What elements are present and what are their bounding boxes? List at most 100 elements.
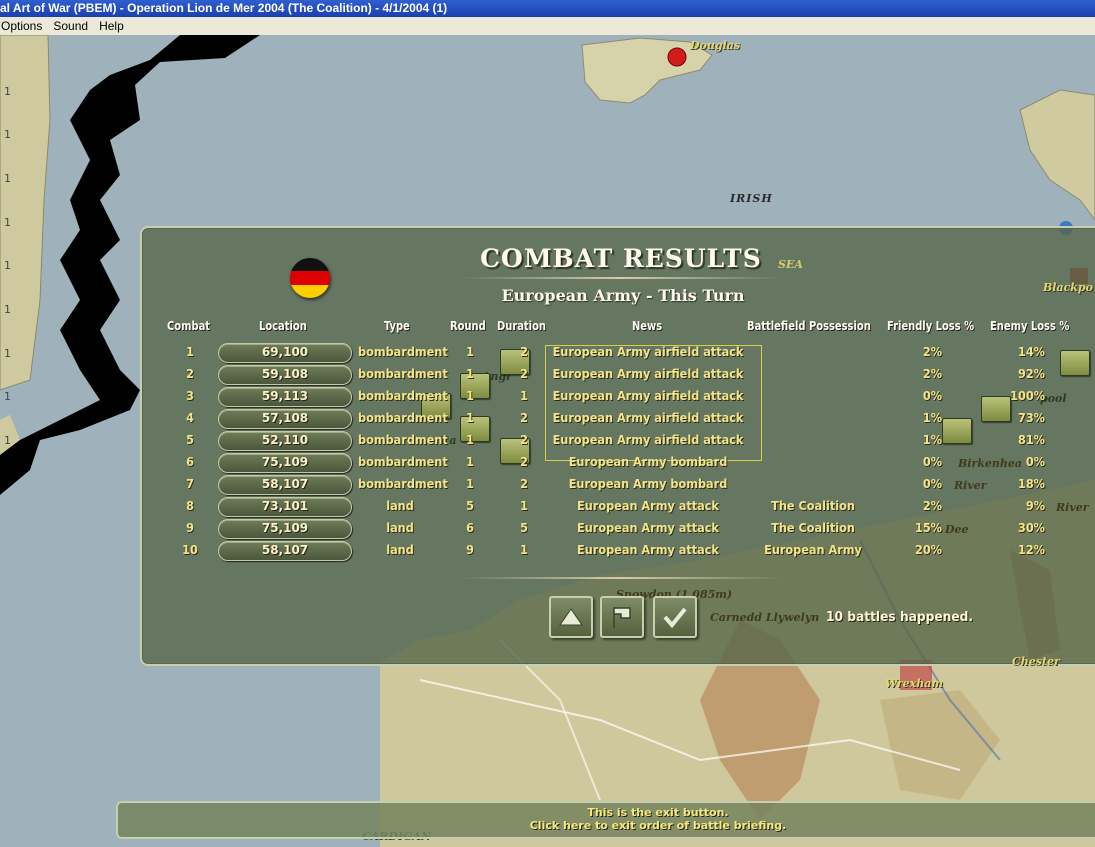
header-type: Type <box>384 319 410 333</box>
cell-enemy-loss: 9% <box>1025 499 1045 513</box>
map-label-blackpool: Blackpo <box>1043 281 1093 294</box>
cell-round: 1 <box>466 411 474 425</box>
cell-type: land <box>386 499 414 513</box>
cell-combat: 2 <box>186 367 194 381</box>
cell-combat: 9 <box>186 521 194 535</box>
cell-news: European Army bombard <box>568 477 728 491</box>
panel-title: COMBAT RESULTS <box>480 244 762 273</box>
map-edge-number: 1 <box>4 172 11 185</box>
menu-help[interactable]: Help <box>98 17 130 35</box>
location-button[interactable]: 73,101 <box>218 497 352 517</box>
table-row[interactable]: 1 69,100 bombardment 1 2 European Army a… <box>0 342 1095 364</box>
cell-friendly-loss: 2% <box>922 345 942 359</box>
cell-friendly-loss: 20% <box>914 543 942 557</box>
cell-type: land <box>386 543 414 557</box>
cell-duration: 5 <box>520 521 528 535</box>
cell-friendly-loss: 0% <box>922 477 942 491</box>
cell-news: European Army attack <box>577 499 719 513</box>
map-edge-number: 1 <box>4 85 11 98</box>
map-label-wrexham: Wrexham <box>885 677 943 690</box>
location-button[interactable]: 75,109 <box>218 519 352 539</box>
table-row[interactable]: 5 52,110 bombardment 1 2 European Army a… <box>0 430 1095 452</box>
location-button[interactable]: 75,109 <box>218 453 352 473</box>
table-row[interactable]: 3 59,113 bombardment 1 1 European Army a… <box>0 386 1095 408</box>
cell-duration: 2 <box>520 477 528 491</box>
checkmark-icon <box>663 607 687 629</box>
exit-hint-line-2[interactable]: Click here to exit order of battle brief… <box>508 819 808 832</box>
table-row[interactable]: 9 75,109 land 6 5 European Army attack T… <box>0 518 1095 540</box>
cell-type: bombardment <box>358 455 448 469</box>
cell-enemy-loss: 14% <box>1017 345 1045 359</box>
cell-combat: 5 <box>186 433 194 447</box>
cell-combat: 8 <box>186 499 194 513</box>
confirm-button[interactable] <box>653 596 697 638</box>
map-label-douglas: Douglas <box>690 39 741 52</box>
map-label-irish: IRISH <box>730 192 773 205</box>
header-friendly-loss: Friendly Loss % <box>887 319 975 333</box>
header-round: Round <box>450 319 486 333</box>
cell-round: 1 <box>466 367 474 381</box>
cell-duration: 2 <box>520 433 528 447</box>
scroll-up-button[interactable] <box>549 596 593 638</box>
header-enemy-loss: Enemy Loss % <box>990 319 1070 333</box>
germany-flag-icon <box>290 258 330 298</box>
table-row[interactable]: 8 73,101 land 5 1 European Army attack T… <box>0 496 1095 518</box>
cell-news: European Army airfield attack <box>552 389 744 403</box>
cell-round: 1 <box>466 455 474 469</box>
cell-combat: 3 <box>186 389 194 403</box>
map-edge-number: 1 <box>4 303 11 316</box>
cell-type: bombardment <box>358 345 448 359</box>
header-possession: Battlefield Possession <box>747 319 871 333</box>
cell-enemy-loss: 73% <box>1017 411 1045 425</box>
cell-news: European Army attack <box>577 543 719 557</box>
cell-duration: 2 <box>520 345 528 359</box>
up-arrow-icon <box>559 608 583 626</box>
table-divider <box>460 577 782 579</box>
header-duration: Duration <box>497 319 546 333</box>
cell-duration: 2 <box>520 411 528 425</box>
cell-round: 1 <box>466 389 474 403</box>
table-row[interactable]: 6 75,109 bombardment 1 2 European Army b… <box>0 452 1095 474</box>
cell-combat: 10 <box>182 543 198 557</box>
cell-duration: 1 <box>520 543 528 557</box>
cell-duration: 1 <box>520 499 528 513</box>
cell-type: bombardment <box>358 433 448 447</box>
location-button[interactable]: 59,113 <box>218 387 352 407</box>
cell-news: European Army airfield attack <box>552 411 744 425</box>
cell-round: 1 <box>466 433 474 447</box>
menu-options[interactable]: Options <box>0 17 48 35</box>
title-divider <box>460 277 782 279</box>
cell-round: 1 <box>466 477 474 491</box>
panel-subtitle: European Army - This Turn <box>501 286 745 305</box>
table-row[interactable]: 10 58,107 land 9 1 European Army attack … <box>0 540 1095 562</box>
table-row[interactable]: 7 58,107 bombardment 1 2 European Army b… <box>0 474 1095 496</box>
location-button[interactable]: 58,107 <box>218 541 352 561</box>
cell-friendly-loss: 2% <box>922 499 942 513</box>
location-button[interactable]: 69,100 <box>218 343 352 363</box>
cell-enemy-loss: 0% <box>1025 455 1045 469</box>
header-combat: Combat <box>167 319 211 333</box>
location-button[interactable]: 52,110 <box>218 431 352 451</box>
cell-friendly-loss: 2% <box>922 367 942 381</box>
cell-combat: 7 <box>186 477 194 491</box>
cell-duration: 1 <box>520 389 528 403</box>
cell-possession: The Coalition <box>771 499 855 513</box>
window-title-bar: al Art of War (PBEM) - Operation Lion de… <box>0 0 1095 17</box>
cell-type: bombardment <box>358 477 448 491</box>
menu-sound[interactable]: Sound <box>52 17 94 35</box>
cell-round: 6 <box>466 521 474 535</box>
location-button[interactable]: 58,107 <box>218 475 352 495</box>
window-title: al Art of War (PBEM) - Operation Lion de… <box>0 1 448 15</box>
cell-news: European Army bombard <box>568 455 728 469</box>
cell-news: European Army airfield attack <box>552 433 744 447</box>
location-button[interactable]: 59,108 <box>218 365 352 385</box>
table-row[interactable]: 4 57,108 bombardment 1 2 European Army a… <box>0 408 1095 430</box>
location-button[interactable]: 57,108 <box>218 409 352 429</box>
cell-round: 5 <box>466 499 474 513</box>
cell-possession: European Army <box>764 543 862 557</box>
cell-news: European Army airfield attack <box>552 367 744 381</box>
map-label-sea: SEA <box>778 258 803 271</box>
briefing-button[interactable] <box>600 596 644 638</box>
table-row[interactable]: 2 59,108 bombardment 1 2 European Army a… <box>0 364 1095 386</box>
cell-friendly-loss: 0% <box>922 389 942 403</box>
